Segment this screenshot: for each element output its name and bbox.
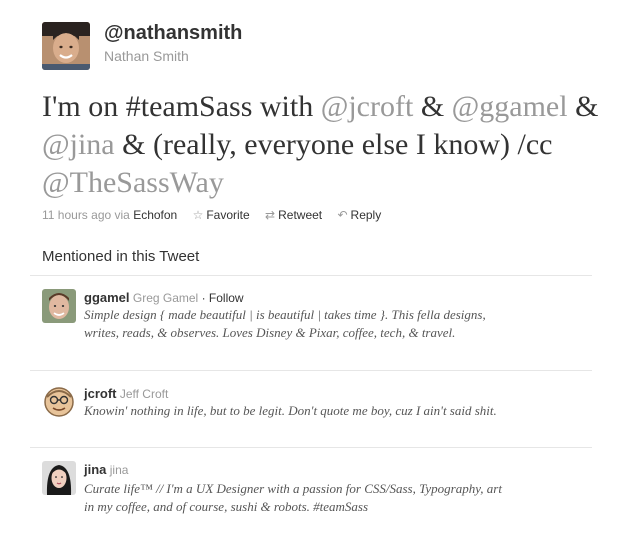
- author-avatar[interactable]: [42, 22, 90, 70]
- favorite-button[interactable]: ☆ Favorite: [193, 208, 250, 222]
- tweet-timestamp[interactable]: 11 hours ago via: [42, 208, 130, 222]
- tweet-text-part: &: [567, 90, 599, 123]
- user-bio: Knowin' nothing in life, but to be legit…: [84, 403, 497, 418]
- author-handle[interactable]: @nathansmith: [104, 22, 242, 45]
- divider: [30, 370, 592, 371]
- retweet-label: Retweet: [278, 208, 323, 222]
- user-bio: Curate life™ // I'm a UX Designer with a…: [84, 481, 502, 514]
- favorite-label: Favorite: [206, 208, 250, 222]
- mentioned-section-title: Mentioned in this Tweet: [42, 248, 200, 265]
- mention-link[interactable]: @ggamel: [452, 90, 568, 123]
- mention-link[interactable]: @jina: [42, 128, 115, 161]
- star-icon: ☆: [192, 208, 204, 222]
- divider: [30, 447, 592, 448]
- divider: [30, 275, 592, 276]
- follow-link[interactable]: · Follow: [202, 291, 244, 305]
- user-avatar[interactable]: [42, 461, 76, 495]
- user-username[interactable]: jcroft: [84, 386, 117, 401]
- user-header: jcroft Jeff Croft: [84, 386, 168, 401]
- user-header: ggamel Greg Gamel · Follow: [84, 290, 244, 305]
- reply-icon: ↶: [337, 208, 348, 222]
- mention-link[interactable]: @jcroft: [321, 90, 414, 123]
- tweet-meta: 11 hours ago via Echofon ☆ Favorite ⇄ Retw…: [42, 208, 381, 222]
- tweet-client[interactable]: Echofon: [133, 208, 177, 222]
- mention-link[interactable]: @TheSassWay: [42, 166, 224, 199]
- retweet-icon: ⇄: [265, 208, 276, 222]
- user-avatar[interactable]: [42, 289, 76, 323]
- tweet-text-part: & (really, everyone else I know) /cc: [114, 128, 553, 161]
- retweet-button[interactable]: ⇄ Retweet: [265, 208, 322, 222]
- user-fullname[interactable]: jina: [110, 463, 129, 477]
- reply-label: Reply: [350, 208, 382, 222]
- author-name[interactable]: Nathan Smith: [104, 48, 189, 64]
- user-username[interactable]: jina: [84, 462, 106, 477]
- user-avatar[interactable]: [42, 385, 76, 419]
- user-bio: Simple design { made beautiful | is beau…: [84, 307, 486, 340]
- tweet-text-part: I'm on #teamSass with: [42, 90, 321, 123]
- user-username[interactable]: ggamel: [84, 290, 130, 305]
- tweet-text: I'm on #teamSass with @jcroft & @ggamel …: [42, 88, 602, 202]
- user-header: jina jina: [84, 462, 128, 477]
- reply-button[interactable]: ↶ Reply: [337, 208, 381, 222]
- tweet-text-part: &: [413, 90, 452, 123]
- user-fullname[interactable]: Jeff Croft: [120, 387, 168, 401]
- user-fullname[interactable]: Greg Gamel: [133, 291, 198, 305]
